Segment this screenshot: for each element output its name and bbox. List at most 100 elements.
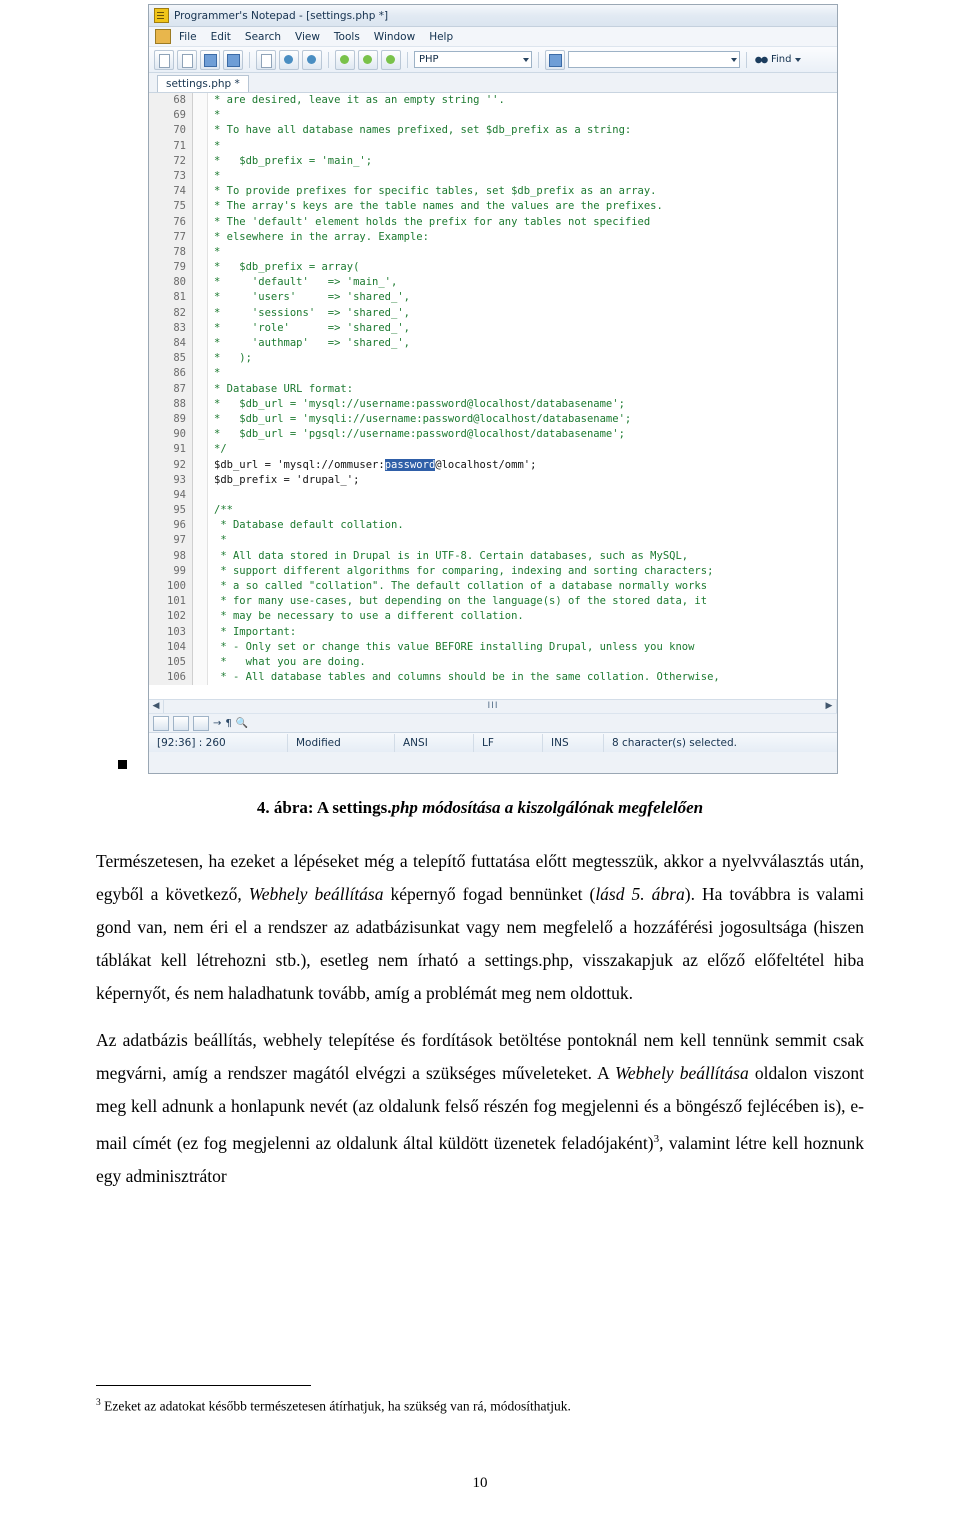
save-all-button[interactable] — [223, 49, 243, 70]
editor-mini-toolbar: → ¶ 🔍 — [149, 713, 837, 732]
code-text: * 'sessions' => 'shared_', — [214, 306, 410, 319]
scheme-combo[interactable] — [568, 51, 740, 68]
undo-button[interactable] — [279, 49, 299, 70]
status-selection: 8 character(s) selected. — [612, 736, 737, 749]
fold-margin[interactable] — [193, 411, 208, 428]
fold-margin[interactable] — [193, 123, 208, 139]
fold-margin[interactable] — [193, 351, 208, 367]
fold-margin[interactable] — [193, 320, 208, 336]
highlight-icon[interactable]: 🔍 — [236, 718, 248, 729]
code-line: 96 * Database default collation. — [149, 518, 837, 534]
menu-item-file[interactable]: File — [179, 31, 197, 43]
pilcrow-icon[interactable]: ¶ — [225, 718, 231, 729]
fold-margin[interactable] — [193, 624, 208, 640]
fold-margin[interactable] — [193, 487, 208, 504]
menu-item-view[interactable]: View — [295, 31, 320, 43]
redo-button[interactable] — [302, 49, 322, 70]
fold-margin[interactable] — [193, 229, 208, 245]
fold-margin[interactable] — [193, 472, 208, 488]
code-text: * $db_url = 'mysqli://username:password@… — [214, 412, 632, 425]
line-number: 86 — [149, 366, 193, 382]
tools-button[interactable] — [545, 49, 565, 70]
fold-margin[interactable] — [193, 654, 208, 671]
code-line: 103 * Important: — [149, 624, 837, 640]
indent-guide-icon[interactable]: → — [213, 718, 221, 729]
open-file-button[interactable] — [177, 49, 197, 70]
menu-item-tools[interactable]: Tools — [334, 31, 360, 43]
programmers-notepad-window: Programmer's Notepad - [settings.php *] … — [148, 4, 838, 774]
code-line: 68 * are desired, leave it as an empty st… — [149, 93, 837, 109]
status-eol: LF — [474, 733, 543, 752]
fold-margin[interactable] — [193, 184, 208, 200]
fold-margin[interactable] — [193, 214, 208, 230]
line-number: 72 — [149, 153, 193, 169]
tab-settings-php[interactable]: settings.php * — [157, 75, 249, 92]
paste-button[interactable] — [381, 49, 401, 70]
code-editor[interactable]: 68 * are desired, leave it as an empty st… — [149, 93, 837, 699]
fold-margin[interactable] — [193, 670, 208, 686]
fold-margin[interactable] — [193, 138, 208, 154]
line-number: 104 — [149, 639, 193, 655]
notepad-icon — [154, 8, 169, 23]
word-wrap-button[interactable] — [153, 715, 169, 731]
fold-margin[interactable] — [193, 563, 208, 579]
fold-margin[interactable] — [193, 579, 208, 595]
line-number: 68 — [149, 93, 193, 109]
fold-margin[interactable] — [193, 594, 208, 610]
fold-margin[interactable] — [193, 639, 208, 655]
fold-margin[interactable] — [193, 153, 208, 169]
fold-margin[interactable] — [193, 427, 208, 443]
code-text: * — [214, 169, 221, 182]
fold-margin[interactable] — [193, 290, 208, 306]
code-text: * - Only set or change this value BEFORE… — [214, 640, 695, 653]
scroll-left-arrow-icon[interactable]: ◀ — [149, 700, 164, 713]
fold-margin[interactable] — [193, 518, 208, 534]
line-number: 98 — [149, 548, 193, 564]
fold-margin[interactable] — [193, 260, 208, 276]
menu-item-edit[interactable]: Edit — [211, 31, 231, 43]
line-numbers-button[interactable] — [173, 715, 189, 731]
toolbar-separator — [538, 51, 539, 68]
fold-margin[interactable] — [193, 442, 208, 458]
language-combo[interactable]: PHP — [414, 51, 532, 68]
fold-margin[interactable] — [193, 548, 208, 564]
code-line: 102 * may be necessary to use a differen… — [149, 609, 837, 625]
fold-margin[interactable] — [193, 396, 208, 412]
fold-margin[interactable] — [193, 336, 208, 352]
paragraph-1: Természetesen, ha ezeket a lépéseket még… — [96, 851, 865, 1003]
menu-item-help[interactable]: Help — [429, 31, 453, 43]
menu-item-search[interactable]: Search — [245, 31, 281, 43]
code-text: * 'authmap' => 'shared_', — [214, 337, 410, 349]
copy-button[interactable] — [358, 49, 378, 70]
cut-button[interactable] — [335, 49, 355, 70]
line-number: 97 — [149, 533, 193, 549]
fold-margin[interactable] — [193, 609, 208, 625]
save-button[interactable] — [200, 49, 220, 70]
fold-margin[interactable] — [193, 108, 208, 124]
code-text: * — [214, 139, 221, 152]
horizontal-scrollbar[interactable]: ◀ III ▶ — [149, 699, 837, 713]
code-line: 93 $db_prefix = 'drupal_'; — [149, 472, 837, 488]
new-file-button[interactable] — [154, 49, 174, 70]
fold-margin[interactable] — [193, 366, 208, 382]
scroll-thumb[interactable]: III — [164, 700, 822, 713]
menu-item-window[interactable]: Window — [374, 31, 415, 43]
figure-caption-emphasis: php módosítása a kiszolgálónak megfelelő… — [391, 798, 704, 817]
fold-margin[interactable] — [193, 381, 208, 397]
fold-margin[interactable] — [193, 275, 208, 291]
chevron-down-icon — [523, 57, 529, 62]
fold-margin[interactable] — [193, 305, 208, 321]
scroll-right-arrow-icon[interactable]: ▶ — [822, 700, 837, 713]
code-text: $db_url = 'mysql://ommuser:password@loca… — [214, 458, 537, 471]
fold-margin[interactable] — [193, 168, 208, 185]
fold-margin[interactable] — [193, 244, 208, 261]
find-button[interactable]: Find — [755, 54, 801, 65]
footnote-separator — [96, 1385, 311, 1386]
fold-all-button[interactable] — [193, 715, 209, 731]
fold-margin[interactable] — [193, 503, 208, 519]
print-button[interactable] — [256, 49, 276, 70]
fold-margin[interactable] — [193, 199, 208, 215]
fold-margin[interactable] — [193, 93, 208, 109]
fold-margin[interactable] — [193, 457, 208, 473]
fold-margin[interactable] — [193, 533, 208, 549]
